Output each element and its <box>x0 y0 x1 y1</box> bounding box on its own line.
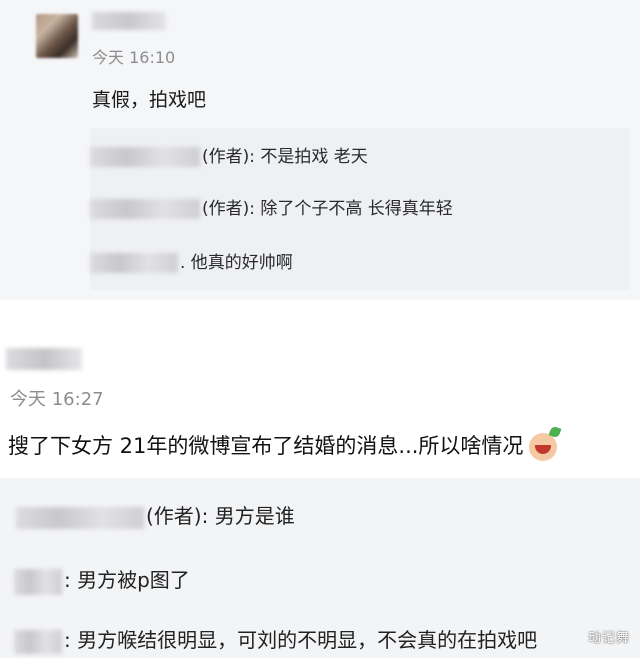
reply-list: (作者): 不是拍戏 老天 (作者): 除了个子不高 长得真年轻 . 他真的好帅… <box>90 128 630 290</box>
reply-text: : 不是拍戏 老天 <box>249 147 368 167</box>
comment-1: 今天 16:10 真假，拍戏吧 (作者): 不是拍戏 老天 (作者): 除了个子… <box>0 0 640 300</box>
username-blurred[interactable] <box>92 12 166 30</box>
comment-text: 真假，拍戏吧 <box>92 89 207 111</box>
author-tag: (作者) <box>202 147 250 167</box>
reply-item[interactable]: : 男方喉结很明显，可刘的不明显，不会真的在拍戏吧 <box>14 624 537 654</box>
reply-item[interactable]: (作者): 不是拍戏 老天 <box>90 142 368 167</box>
reply-username-blurred[interactable] <box>90 253 178 273</box>
comment-time: 今天 16:10 <box>92 48 176 67</box>
reply-username-blurred[interactable] <box>90 199 200 219</box>
reply-item[interactable]: (作者): 男方是谁 <box>16 500 295 529</box>
comment-2: 今天 16:27 搜了下女方 21年的微博宣布了结婚的消息...所以啥情况 (作… <box>0 300 640 658</box>
reply-text: . 他真的好帅啊 <box>180 253 293 273</box>
author-tag: (作者) <box>146 504 202 528</box>
comment-text-content: 搜了下女方 21年的微博宣布了结婚的消息...所以啥情况 <box>8 434 524 458</box>
avatar[interactable] <box>36 14 78 58</box>
reply-text: : 除了个子不高 长得真年轻 <box>249 199 453 219</box>
reply-text: : 男方喉结很明显，可刘的不明显，不会真的在拍戏吧 <box>64 628 538 652</box>
watermark: 动记舞 <box>587 631 630 646</box>
reply-text: : 男方是谁 <box>201 504 295 528</box>
reply-username-blurred[interactable] <box>14 568 62 595</box>
comment-time: 今天 16:27 <box>10 389 104 410</box>
reply-item[interactable]: (作者): 除了个子不高 长得真年轻 <box>90 194 453 219</box>
author-tag: (作者) <box>202 199 250 219</box>
comment-text: 搜了下女方 21年的微博宣布了结婚的消息...所以啥情况 <box>8 430 558 461</box>
reply-item[interactable]: : 男方被p图了 <box>14 564 190 595</box>
reply-username-blurred[interactable] <box>14 629 62 654</box>
username-blurred[interactable] <box>6 348 82 370</box>
reply-text: : 男方被p图了 <box>64 568 190 592</box>
reply-item[interactable]: . 他真的好帅啊 <box>90 248 293 273</box>
laughing-crying-emoji-icon <box>529 433 558 461</box>
reply-username-blurred[interactable] <box>90 147 200 167</box>
reply-list: (作者): 男方是谁 : 男方被p图了 : 男方喉结很明显，可刘的不明显，不会真… <box>0 478 640 658</box>
reply-username-blurred[interactable] <box>16 506 144 529</box>
